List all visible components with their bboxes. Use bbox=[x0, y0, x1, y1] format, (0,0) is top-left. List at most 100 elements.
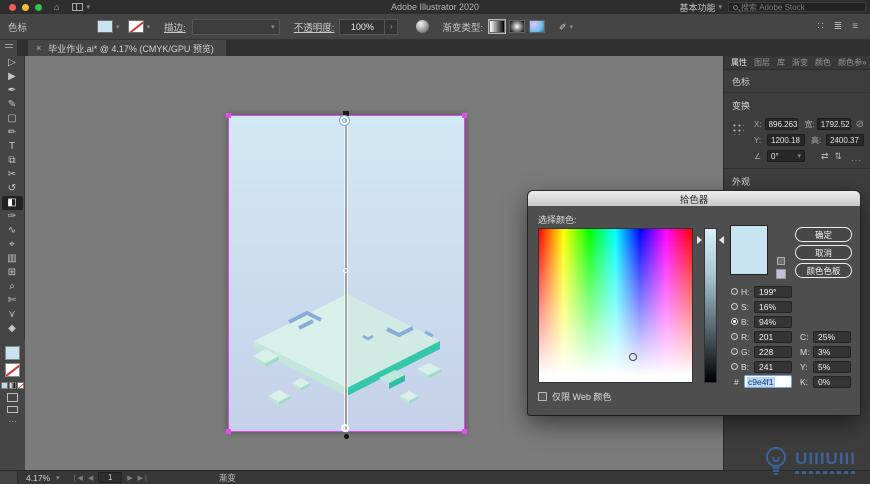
gradient-tool[interactable]: ◧ bbox=[1, 196, 23, 210]
slider-handle-right[interactable] bbox=[719, 236, 724, 244]
out-of-gamut-icon[interactable] bbox=[777, 257, 785, 265]
height-field[interactable]: 2400.37 bbox=[826, 134, 864, 146]
width-field[interactable]: 1792.52 bbox=[816, 118, 851, 130]
submenu-arrow-icon[interactable]: › bbox=[385, 18, 399, 35]
scissors-tool[interactable]: ✂ bbox=[2, 168, 23, 182]
tab-libraries[interactable]: 库 bbox=[777, 57, 785, 68]
next-artboard-icon[interactable]: ▶ bbox=[127, 474, 132, 482]
m-field[interactable]: 3% bbox=[813, 345, 851, 358]
tab-properties[interactable]: 属性 bbox=[731, 57, 747, 68]
minimize-window-button[interactable] bbox=[22, 3, 29, 11]
web-only-checkbox[interactable] bbox=[538, 392, 547, 401]
brightness-slider[interactable] bbox=[704, 228, 717, 383]
tab-gradient[interactable]: 渐变 bbox=[792, 57, 808, 68]
opacity-value[interactable]: 100% bbox=[339, 18, 386, 35]
last-artboard-icon[interactable]: ▶❘ bbox=[138, 474, 149, 482]
r-field[interactable]: 201 bbox=[754, 330, 792, 343]
gradient-linear-button[interactable] bbox=[487, 19, 506, 34]
selection-handle[interactable] bbox=[226, 429, 231, 434]
color-field-marker[interactable] bbox=[629, 353, 637, 361]
artboard-number-field[interactable]: 1 bbox=[98, 472, 123, 483]
arrange-documents-icon[interactable]: ∷ bbox=[817, 21, 823, 32]
hex-field[interactable]: c9e4f1 bbox=[744, 375, 792, 388]
opacity-label[interactable]: 不透明度: bbox=[294, 20, 335, 34]
gradient-freeform-button[interactable] bbox=[528, 20, 545, 33]
r-radio[interactable] bbox=[731, 333, 738, 340]
gradient-mode-button[interactable] bbox=[9, 382, 16, 389]
list-view-icon[interactable]: ≡ bbox=[852, 21, 858, 32]
selection-handle[interactable] bbox=[462, 113, 467, 118]
close-window-button[interactable] bbox=[9, 3, 16, 11]
fill-color-swatch[interactable] bbox=[97, 20, 114, 33]
free-transform-tool[interactable]: ⧉ bbox=[2, 154, 23, 168]
align-icon[interactable]: ≣ bbox=[834, 21, 842, 32]
rotate-tool[interactable]: ↺ bbox=[2, 182, 23, 196]
zoom-level-select[interactable]: 4.17% ▾ bbox=[26, 473, 60, 483]
artboard-tool[interactable]: ⊞ bbox=[2, 266, 23, 280]
gradient-annotator-line[interactable] bbox=[344, 118, 348, 432]
g-field[interactable]: 228 bbox=[754, 345, 792, 358]
s-radio[interactable] bbox=[731, 303, 738, 310]
brush-options-icon[interactable]: ✐ bbox=[559, 20, 567, 34]
b-radio[interactable] bbox=[731, 318, 738, 325]
gradient-origin-handle[interactable] bbox=[340, 116, 349, 125]
cancel-button[interactable]: 取消 bbox=[795, 245, 852, 260]
type-tool[interactable]: T bbox=[2, 140, 23, 154]
x-field[interactable]: 896.263 bbox=[764, 118, 799, 130]
h-field[interactable]: 199° bbox=[754, 285, 792, 298]
color-swatches-button[interactable]: 颜色色板 bbox=[795, 263, 852, 278]
stroke-weight-select[interactable]: ▾ bbox=[191, 18, 280, 35]
rectangle-tool[interactable]: ▢ bbox=[2, 112, 23, 126]
workspace-menu[interactable]: 基本功能 ▾ bbox=[679, 0, 722, 14]
selection-handle[interactable] bbox=[462, 429, 467, 434]
b-field[interactable]: 94% bbox=[754, 315, 792, 328]
symbol-sprayer-tool[interactable]: ⌖ bbox=[2, 238, 23, 252]
tab-color[interactable]: 颜色 bbox=[815, 57, 831, 68]
more-options-icon[interactable]: ··· bbox=[851, 156, 862, 165]
b2-field[interactable]: 241 bbox=[754, 360, 792, 373]
more-tools-icon[interactable]: ··· bbox=[9, 417, 17, 426]
tab-layers[interactable]: 图层 bbox=[754, 57, 770, 68]
reference-point-grid[interactable] bbox=[731, 122, 744, 135]
gradient-endpoint-dot[interactable] bbox=[344, 434, 349, 439]
home-icon[interactable]: ⌂ bbox=[54, 0, 59, 14]
stroke-color-swatch[interactable] bbox=[127, 20, 144, 33]
chevron-down-icon[interactable]: ▾ bbox=[147, 23, 151, 31]
prev-artboard-icon[interactable]: ◀ bbox=[88, 474, 93, 482]
gradient-sphere-icon[interactable] bbox=[416, 20, 430, 33]
h-radio[interactable] bbox=[731, 288, 738, 295]
flip-horizontal-icon[interactable]: ⇄ bbox=[821, 151, 829, 162]
toolbar-stub[interactable] bbox=[0, 40, 18, 56]
b2-radio[interactable] bbox=[731, 363, 738, 370]
stroke-weight-label[interactable]: 描边: bbox=[164, 20, 186, 34]
paintbrush-tool[interactable]: ✏ bbox=[2, 126, 23, 140]
y-field[interactable]: 1200.18 bbox=[767, 134, 805, 146]
g-radio[interactable] bbox=[731, 348, 738, 355]
k-field[interactable]: 0% bbox=[813, 375, 851, 388]
selection-handle[interactable] bbox=[226, 113, 231, 118]
none-mode-button[interactable] bbox=[17, 382, 24, 389]
stock-search-input[interactable]: 搜索 Adobe Stock bbox=[728, 2, 866, 12]
chevron-down-icon[interactable]: ▾ bbox=[116, 23, 120, 31]
shape-builder-tool[interactable]: ◆ bbox=[2, 322, 23, 336]
ok-button[interactable]: 确定 bbox=[795, 227, 852, 242]
color-field[interactable] bbox=[538, 228, 693, 383]
selection-tool[interactable]: ▷ bbox=[2, 56, 23, 70]
close-icon[interactable]: × bbox=[36, 43, 41, 53]
link-dimensions-icon[interactable]: ⊘ bbox=[856, 119, 864, 130]
gradient-stop-handle[interactable] bbox=[341, 424, 349, 432]
rotation-select[interactable]: 0° ▾ bbox=[767, 150, 805, 162]
flip-vertical-icon[interactable]: ⇅ bbox=[835, 151, 843, 162]
stroke-proxy-swatch[interactable] bbox=[5, 363, 20, 377]
eyedropper-tool[interactable]: ✑ bbox=[2, 210, 23, 224]
curvature-tool[interactable]: ✎ bbox=[2, 98, 23, 112]
layout-switcher-icon[interactable] bbox=[72, 3, 84, 11]
graph-tool[interactable]: ▥ bbox=[2, 252, 23, 266]
y-field[interactable]: 5% bbox=[813, 360, 851, 373]
zoom-window-button[interactable] bbox=[35, 3, 42, 11]
collapse-panel-icon[interactable]: » bbox=[862, 58, 866, 67]
gradient-radial-button[interactable] bbox=[508, 20, 525, 33]
c-field[interactable]: 25% bbox=[813, 330, 851, 343]
gradient-midpoint-handle[interactable] bbox=[343, 268, 348, 273]
slider-handle-left[interactable] bbox=[697, 236, 702, 244]
